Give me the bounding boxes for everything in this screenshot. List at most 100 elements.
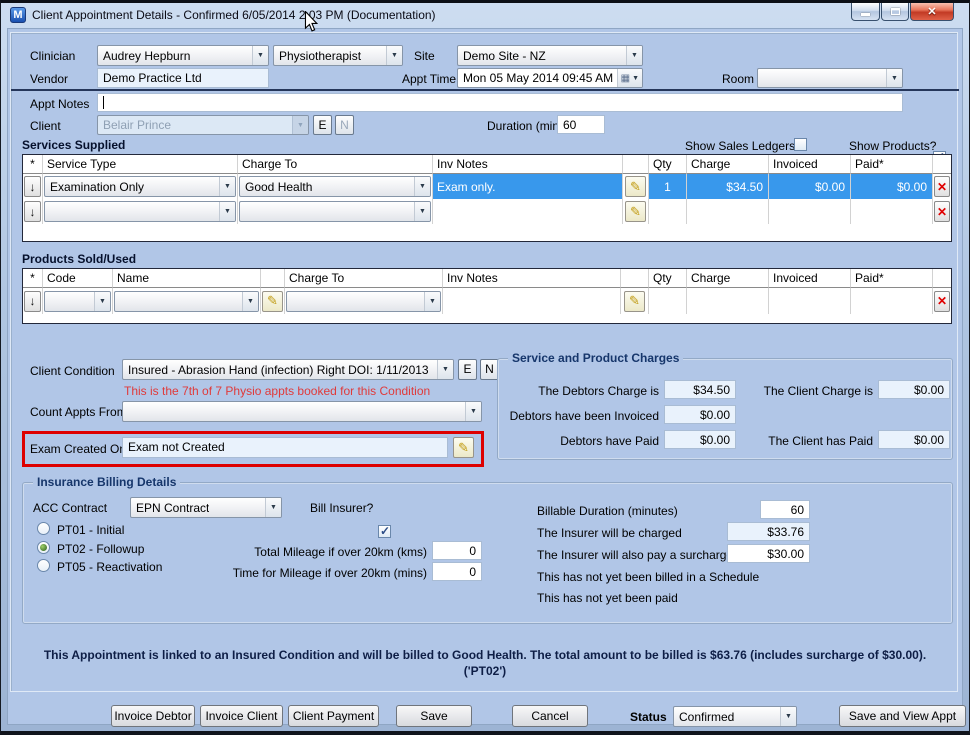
total-mileage-input[interactable]: 0 (432, 541, 482, 560)
chevron-down-icon: ▼ (242, 292, 258, 311)
edit-notes-button[interactable]: ✎ (625, 201, 646, 222)
service-type-select[interactable]: Examination Only▼ (44, 176, 236, 197)
inv-notes-cell[interactable] (433, 199, 623, 224)
insurer-charged-label: The Insurer will be charged (537, 526, 682, 540)
debtors-invoiced-label: Debtors have been Invoiced (497, 409, 659, 423)
down-arrow-icon: ↓ (30, 180, 36, 194)
show-products-label: Show Products? (849, 139, 936, 153)
debtors-paid-label: Debtors have Paid (497, 434, 659, 448)
appt-notes-input[interactable] (97, 93, 903, 112)
count-appts-from-select[interactable]: ▼ (122, 401, 482, 422)
vendor-label: Vendor (30, 72, 68, 86)
client-new-button: N (335, 115, 354, 135)
close-button[interactable]: ✕ (910, 3, 954, 21)
minimize-button[interactable] (851, 3, 880, 21)
service-row-selected[interactable]: ↓ Examination Only▼ Good Health▼ Exam on… (23, 174, 951, 199)
client-edit-button[interactable]: E (313, 115, 332, 135)
debtors-charge-label: The Debtors Charge is (497, 384, 659, 398)
duration-input[interactable]: 60 (557, 115, 605, 134)
services-header-row: * Service Type Charge To Inv Notes Qty C… (23, 155, 951, 174)
exam-created-on-label: Exam Created On (30, 442, 126, 456)
qty-cell[interactable]: 1 (649, 174, 687, 199)
radio-pt01[interactable] (37, 522, 50, 535)
service-type-select[interactable]: ▼ (44, 201, 236, 222)
show-sales-ledgers-checkbox[interactable] (794, 138, 807, 151)
product-row-empty[interactable]: ↓ ▼ ▼ ✎ ▼ ✎ ✕ (23, 288, 951, 314)
radio-pt02-label[interactable]: PT02 - Followup (57, 542, 144, 556)
clinician-role-select[interactable]: Physiotherapist▼ (273, 45, 403, 66)
site-select[interactable]: Demo Site - NZ▼ (457, 45, 643, 66)
paid-cell: $0.00 (851, 174, 933, 199)
product-charge-to-select[interactable]: ▼ (286, 291, 441, 312)
bill-insurer-checkbox[interactable] (378, 525, 391, 538)
edit-product-button[interactable]: ✎ (262, 291, 283, 312)
clinician-select[interactable]: Audrey Hepburn▼ (97, 45, 269, 66)
radio-pt05[interactable] (37, 559, 50, 572)
status-select[interactable]: Confirmed▼ (673, 706, 797, 727)
charge-to-select[interactable]: Good Health▼ (239, 176, 431, 197)
condition-warning-text: This is the 7th of 7 Physio appts booked… (124, 384, 430, 398)
appt-time-picker[interactable]: Mon 05 May 2014 09:45 AM ▦▼ (457, 68, 643, 88)
debtors-invoiced-field: $0.00 (664, 405, 736, 424)
exam-edit-button[interactable]: ✎ (453, 437, 474, 458)
room-select[interactable]: ▼ (757, 68, 903, 88)
edit-notes-button[interactable]: ✎ (625, 176, 646, 197)
product-name-select[interactable]: ▼ (114, 291, 259, 312)
appt-time-label: Appt Time (402, 72, 456, 86)
radio-pt02[interactable] (37, 541, 50, 554)
products-table: * Code Name Charge To Inv Notes Qty Char… (22, 268, 952, 324)
save-button[interactable]: Save (396, 705, 472, 727)
save-and-view-appt-slip-button[interactable]: Save and View Appt Slip (839, 705, 966, 727)
maximize-button[interactable] (881, 3, 909, 21)
radio-pt05-label[interactable]: PT05 - Reactivation (57, 560, 162, 574)
products-section-title: Products Sold/Used (22, 252, 136, 266)
service-row-empty[interactable]: ↓ ▼ ▼ ✎ ✕ (23, 199, 951, 224)
invoice-debtor-button[interactable]: Invoice Debtor (111, 705, 195, 727)
cancel-button[interactable]: Cancel (512, 705, 588, 727)
chevron-down-icon: ▼ (265, 498, 281, 517)
time-mileage-input[interactable]: 0 (432, 562, 482, 581)
client-condition-label: Client Condition (30, 364, 115, 378)
edit-notes-button[interactable]: ✎ (624, 291, 645, 312)
radio-pt01-label[interactable]: PT01 - Initial (57, 523, 124, 537)
app-icon: M (10, 7, 26, 23)
services-table: * Service Type Charge To Inv Notes Qty C… (22, 154, 952, 242)
invoice-client-button[interactable]: Invoice Client (200, 705, 283, 727)
services-section-title: Services Supplied (22, 138, 125, 152)
minimize-icon (861, 13, 870, 16)
billing-summary-line2: ('PT02') (11, 663, 959, 679)
calendar-icon[interactable]: ▦▼ (617, 69, 642, 87)
row-select-button[interactable]: ↓ (24, 176, 41, 197)
chevron-down-icon: ▼ (94, 292, 110, 311)
client-condition-select[interactable]: Insured - Abrasion Hand (infection) Righ… (122, 359, 454, 380)
inv-notes-cell[interactable] (443, 288, 621, 314)
chevron-down-icon: ▼ (626, 46, 642, 65)
room-label: Room (722, 72, 754, 86)
client-payment-button[interactable]: Client Payment (288, 705, 379, 727)
row-select-button[interactable]: ↓ (24, 291, 41, 312)
charge-cell[interactable]: $34.50 (687, 174, 769, 199)
product-code-select[interactable]: ▼ (44, 291, 111, 312)
show-sales-ledgers-label: Show Sales Ledgers? (685, 139, 802, 153)
window-controls: ✕ (850, 3, 954, 21)
charge-to-select[interactable]: ▼ (239, 201, 431, 222)
chevron-down-icon: ▼ (424, 292, 440, 311)
inv-notes-cell[interactable]: Exam only. (433, 174, 623, 199)
row-select-button[interactable]: ↓ (24, 201, 41, 222)
down-arrow-icon: ↓ (30, 205, 36, 219)
not-paid-text: This has not yet been paid (537, 591, 678, 605)
delete-row-button[interactable]: ✕ (934, 291, 950, 312)
condition-edit-button[interactable]: E (458, 359, 477, 380)
client-select: Belair Prince▼ (97, 115, 309, 135)
vendor-field: Demo Practice Ltd (97, 68, 269, 88)
billing-summary-line1: This Appointment is linked to an Insured… (11, 647, 959, 663)
chevron-down-icon: ▼ (886, 69, 902, 87)
insurance-groupbox-title: Insurance Billing Details (33, 475, 180, 489)
delete-row-button[interactable]: ✕ (934, 201, 950, 222)
acc-contract-select[interactable]: EPN Contract▼ (130, 497, 282, 518)
delete-row-button[interactable]: ✕ (934, 176, 950, 197)
invoiced-cell: $0.00 (769, 174, 851, 199)
chevron-down-icon: ▼ (219, 177, 235, 196)
client-paid-label: The Client has Paid (711, 434, 873, 448)
billable-duration-input[interactable]: 60 (760, 500, 810, 519)
